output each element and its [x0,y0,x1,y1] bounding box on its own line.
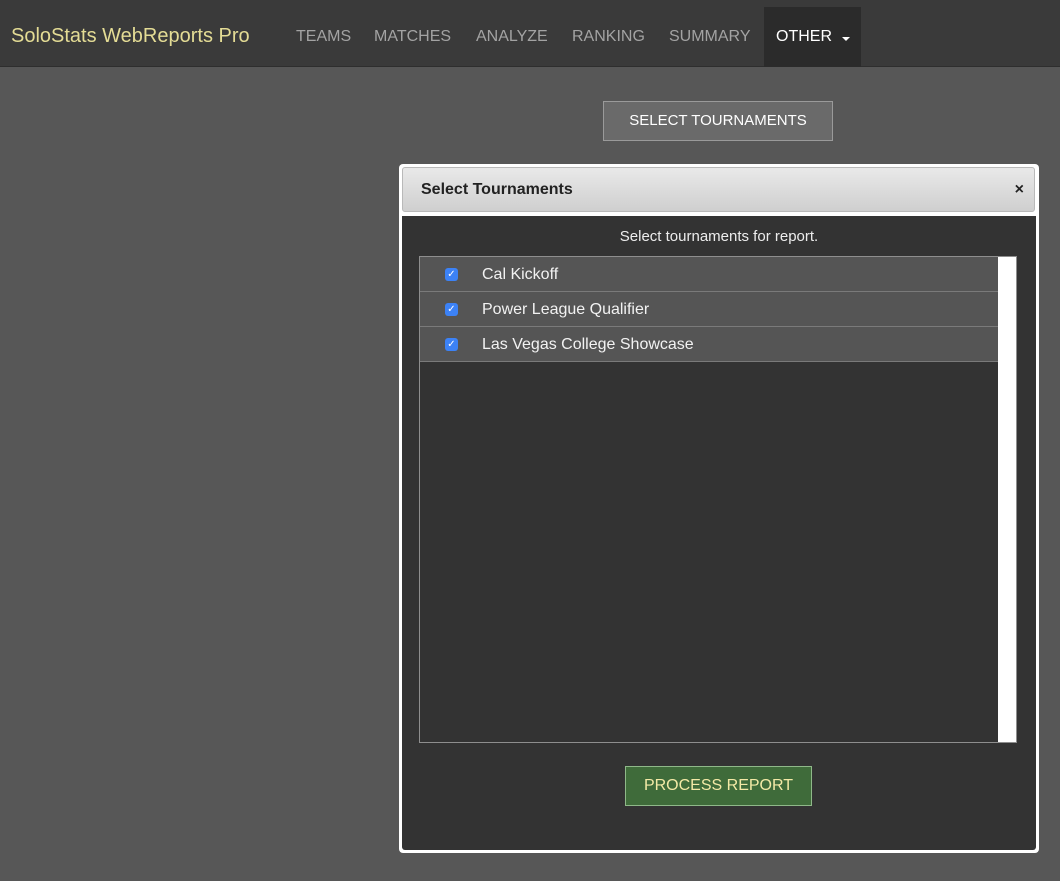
nav-item-matches[interactable]: MATCHES [374,27,451,47]
select-tournaments-modal: Select Tournaments × Select tournaments … [399,164,1039,853]
checkbox-checked-icon[interactable]: ✓ [445,268,458,281]
list-scrollbar[interactable] [998,257,1016,742]
modal-instructions: Select tournaments for report. [619,228,819,245]
checkbox-checked-icon[interactable]: ✓ [445,303,458,316]
nav-item-other-label: OTHER [776,28,832,45]
nav-item-teams[interactable]: TEAMS [296,27,351,47]
nav-item-analyze[interactable]: ANALYZE [476,27,548,47]
nav-item-summary[interactable]: SUMMARY [669,27,751,47]
tournament-list-item[interactable]: ✓ Power League Qualifier [420,292,998,327]
tournament-name: Cal Kickoff [482,266,559,283]
modal-header: Select Tournaments × [402,167,1035,212]
top-navbar: SoloStats WebReports Pro TEAMS MATCHES A… [0,0,1060,67]
modal-title: Select Tournaments [421,181,573,198]
nav-item-ranking[interactable]: RANKING [572,27,645,47]
modal-body: Select tournaments for report. ✓ Cal Kic… [402,216,1036,850]
tournament-list-item[interactable]: ✓ Las Vegas College Showcase [420,327,998,362]
tournament-list-items: ✓ Cal Kickoff ✓ Power League Qualifier ✓… [420,257,998,742]
tournament-list: ✓ Cal Kickoff ✓ Power League Qualifier ✓… [419,256,1017,743]
tournament-name: Las Vegas College Showcase [482,336,694,353]
process-report-button[interactable]: PROCESS REPORT [625,766,812,806]
brand-title[interactable]: SoloStats WebReports Pro [11,24,250,48]
select-tournaments-button[interactable]: SELECT TOURNAMENTS [603,101,833,141]
checkbox-checked-icon[interactable]: ✓ [445,338,458,351]
tournament-list-item[interactable]: ✓ Cal Kickoff [420,257,998,292]
nav-item-other-dropdown[interactable]: OTHER [764,7,861,67]
app-root: SoloStats WebReports Pro TEAMS MATCHES A… [0,0,1060,881]
close-icon[interactable]: × [1015,180,1024,200]
tournament-name: Power League Qualifier [482,301,650,318]
caret-down-icon [842,37,850,41]
